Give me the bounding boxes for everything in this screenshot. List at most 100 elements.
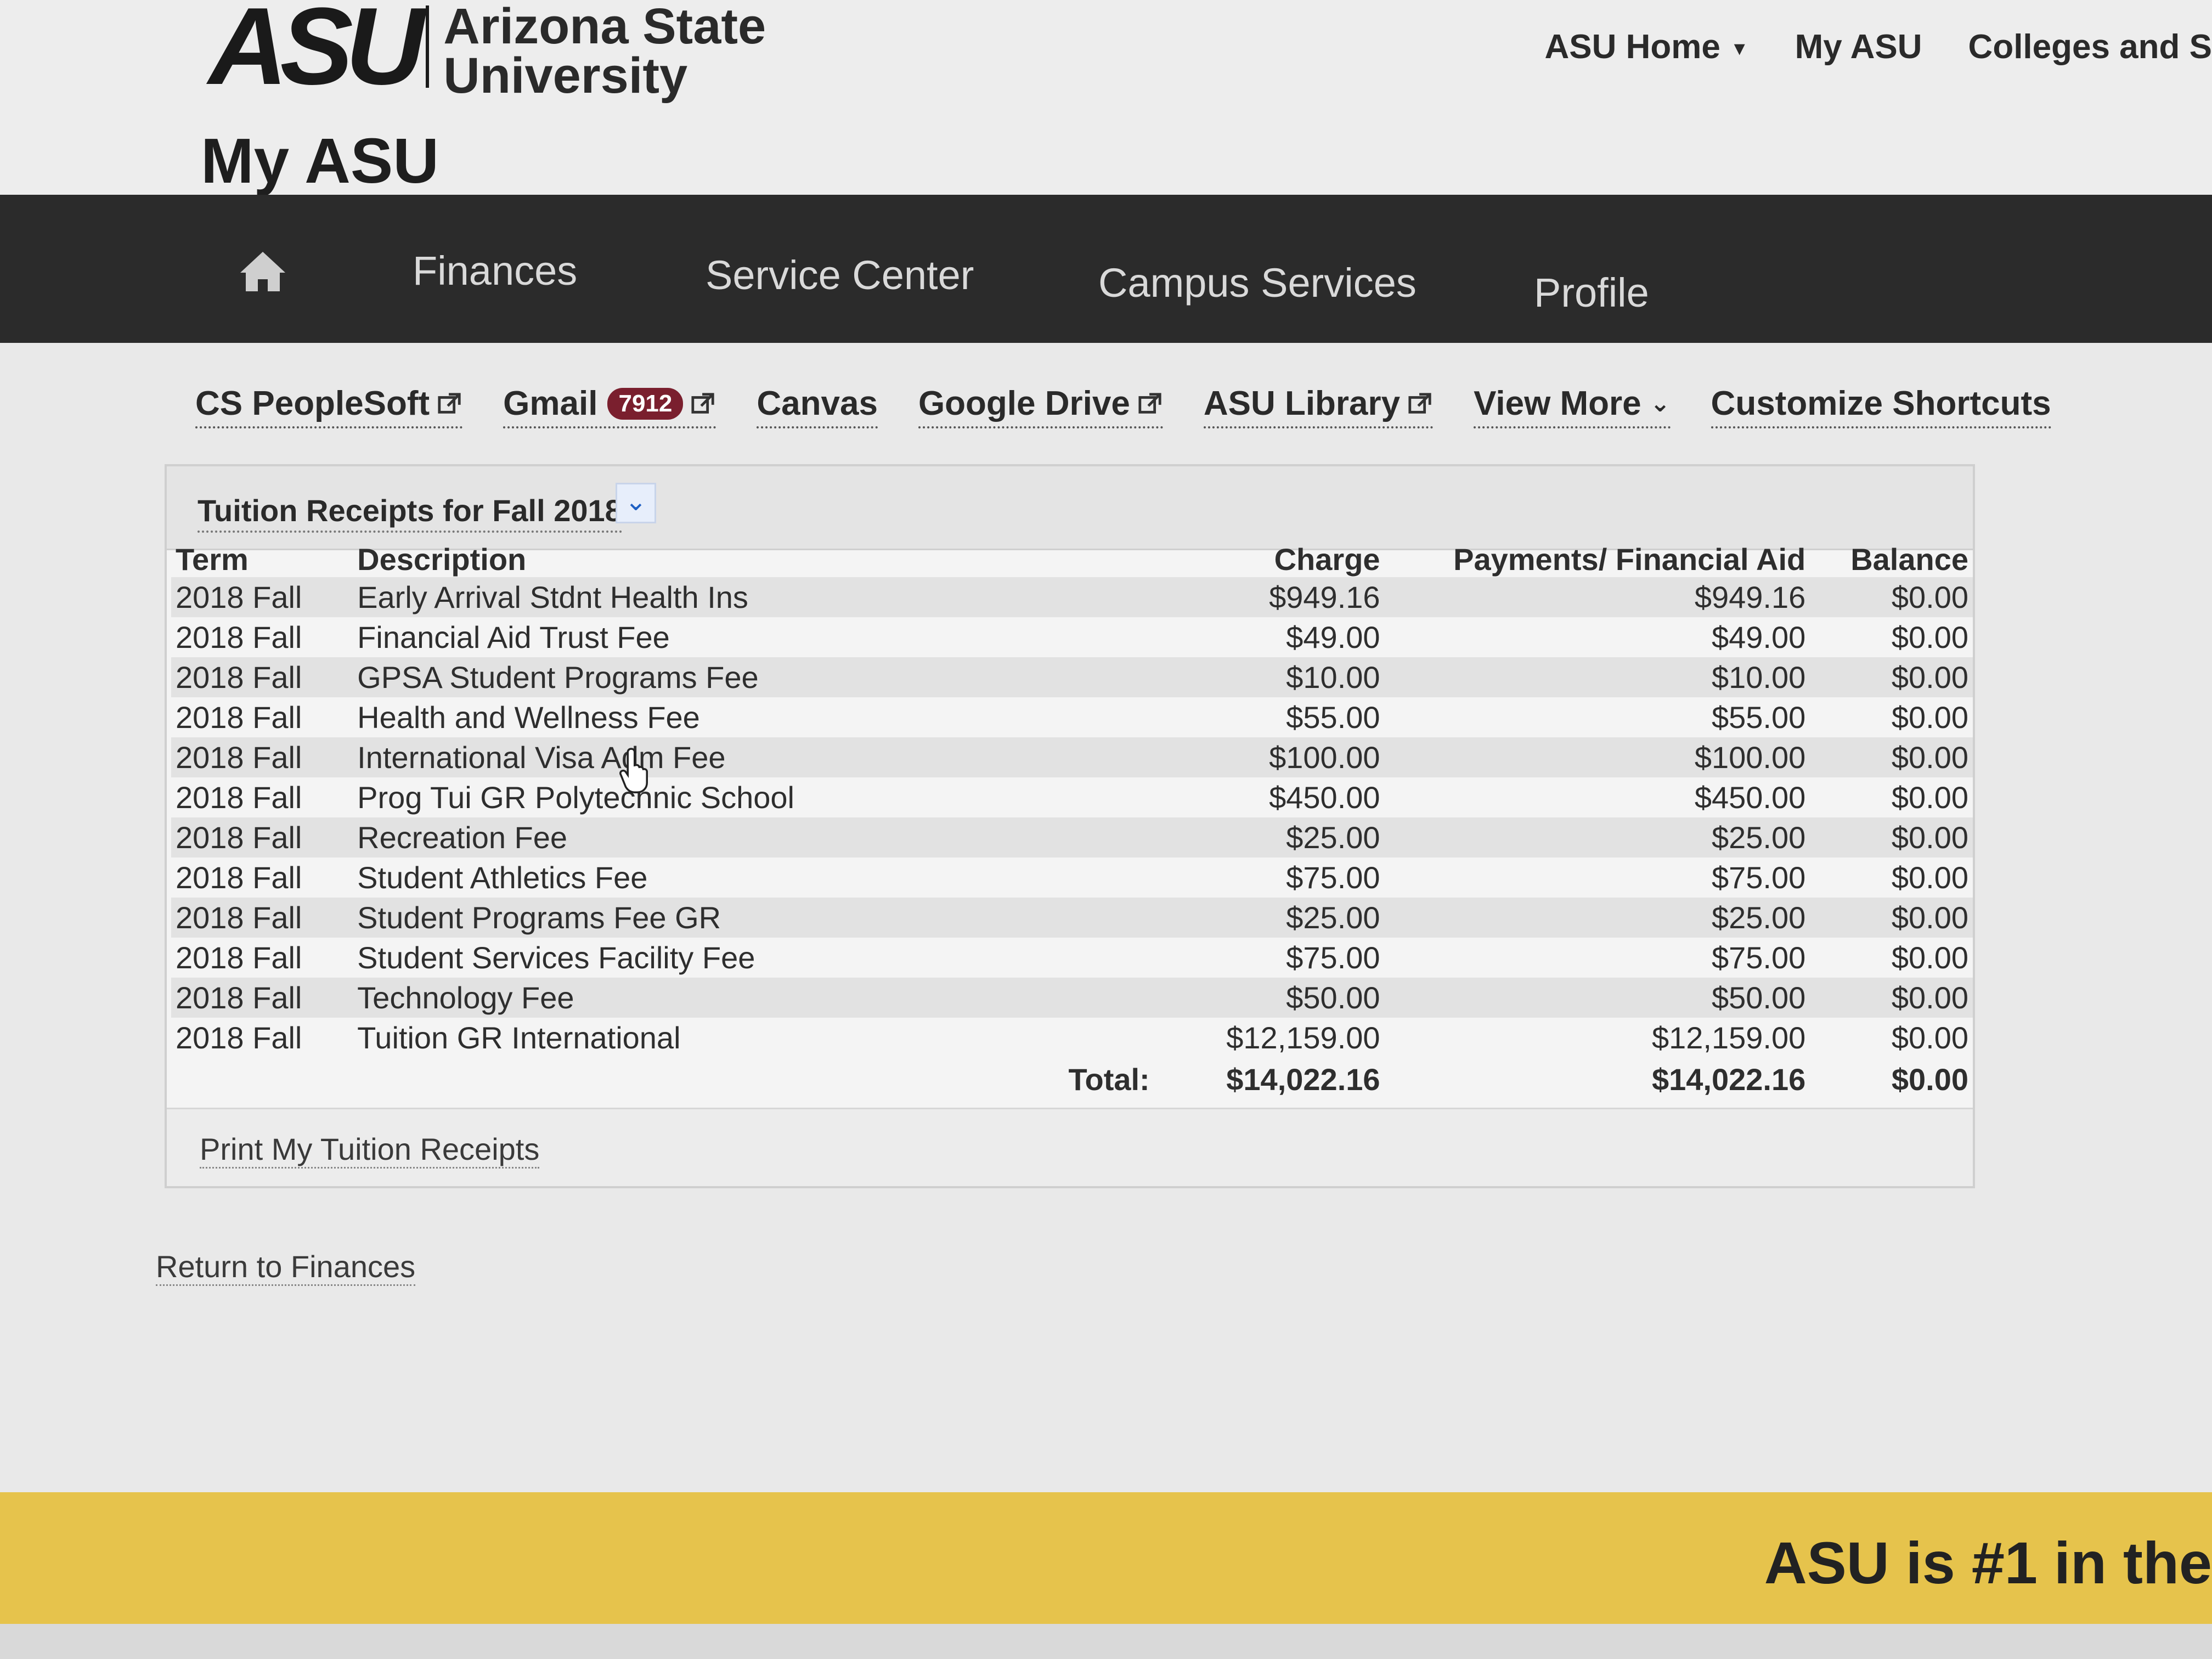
- cell-charge: $100.00: [1154, 737, 1385, 777]
- cell-spacer: [1012, 817, 1154, 857]
- cell-balance: $0.00: [1810, 857, 1973, 898]
- cell-spacer: [1012, 978, 1154, 1018]
- receipts-table: Term Description Charge Payments/ Financ…: [171, 538, 1973, 1101]
- shortcut-label: Canvas: [757, 385, 878, 422]
- cell-charge: $75.00: [1154, 938, 1385, 978]
- total-balance: $0.00: [1810, 1058, 1973, 1101]
- term-select-chevron-icon[interactable]: ⌄: [616, 483, 656, 523]
- cell-description: Tuition GR International: [353, 1018, 1013, 1058]
- col-charge: Charge: [1274, 542, 1380, 577]
- cell-charge: $949.16: [1154, 577, 1385, 617]
- cell-balance: $0.00: [1810, 1018, 1973, 1058]
- cell-description: Prog Tui GR Polytechnic School: [353, 777, 1013, 817]
- cell-charge: $75.00: [1154, 857, 1385, 898]
- total-payments: $14,022.16: [1384, 1058, 1810, 1101]
- cell-balance: $0.00: [1810, 697, 1973, 737]
- cell-term: 2018 Fall: [171, 817, 353, 857]
- cell-charge: $12,159.00: [1154, 1018, 1385, 1058]
- shortcuts-bar: CS PeopleSoft Gmail 7912 Canvas Google D…: [195, 384, 2051, 428]
- cell-term: 2018 Fall: [171, 938, 353, 978]
- banner-text: ASU is #1 in the: [1764, 1530, 2212, 1596]
- table-row: 2018 Fall Technology Fee $50.00 $50.00 $0.00: [171, 978, 1973, 1018]
- cell-balance: $0.00: [1810, 577, 1973, 617]
- table-row: 2018 Fall Recreation Fee $25.00 $25.00 $0.00: [171, 817, 1973, 857]
- home-icon[interactable]: [238, 250, 287, 294]
- cell-balance: $0.00: [1810, 817, 1973, 857]
- util-link-colleges[interactable]: Colleges and S: [1968, 27, 2212, 66]
- shortcut-gmail[interactable]: Gmail 7912: [503, 384, 716, 428]
- shortcut-label: Customize Shortcuts: [1711, 385, 2051, 422]
- cell-term: 2018 Fall: [171, 978, 353, 1018]
- table-row: 2018 Fall Student Programs Fee GR $25.00 $2…: [171, 898, 1973, 938]
- cell-spacer: [1012, 1018, 1154, 1058]
- cell-charge: $49.00: [1154, 617, 1385, 657]
- cell-payments: $949.16: [1384, 577, 1810, 617]
- cell-spacer: [1012, 617, 1154, 657]
- site-header: ASU Arizona State University My ASU ASU …: [0, 0, 2212, 198]
- cell-term: 2018 Fall: [171, 857, 353, 898]
- shortcut-label: ASU Library: [1203, 385, 1401, 422]
- shortcut-canvas[interactable]: Canvas: [757, 384, 878, 428]
- receipts-title[interactable]: Tuition Receipts for Fall 2018: [198, 493, 622, 533]
- shortcut-label: Gmail: [503, 385, 598, 422]
- cell-description: GPSA Student Programs Fee: [353, 657, 1013, 697]
- asu-logo[interactable]: ASU Arizona State University: [208, 0, 766, 108]
- logo-name-line2: University: [443, 48, 688, 104]
- util-link-my-asu[interactable]: My ASU: [1795, 27, 1922, 66]
- shortcut-view-more[interactable]: View More ⌄: [1474, 384, 1671, 428]
- cell-balance: $0.00: [1810, 657, 1973, 697]
- cell-balance: $0.00: [1810, 978, 1973, 1018]
- caret-down-icon: ▼: [1730, 38, 1749, 60]
- cell-description: Student Services Facility Fee: [353, 938, 1013, 978]
- cell-description: Early Arrival Stdnt Health Ins: [353, 577, 1013, 617]
- table-header-row: Term Description Charge Payments/ Financ…: [171, 538, 1973, 577]
- cell-charge: $55.00: [1154, 697, 1385, 737]
- shortcut-label: CS PeopleSoft: [195, 385, 430, 422]
- table-row: 2018 Fall Student Athletics Fee $75.00 $75.…: [171, 857, 1973, 898]
- cell-balance: $0.00: [1810, 617, 1973, 657]
- logo-name-line1: Arizona State: [443, 0, 766, 54]
- logo-mark: ASU: [208, 0, 425, 108]
- shortcut-asu-library[interactable]: ASU Library: [1203, 384, 1434, 428]
- cell-balance: $0.00: [1810, 938, 1973, 978]
- cell-spacer: [1012, 697, 1154, 737]
- tuition-receipts-panel: Tuition Receipts for Fall 2018 ⌄ Term De…: [165, 464, 1975, 1188]
- nav-item-service-center[interactable]: Service Center: [706, 252, 974, 298]
- cell-charge: $25.00: [1154, 898, 1385, 938]
- table-row: 2018 Fall Early Arrival Stdnt Health Ins $…: [171, 577, 1973, 617]
- cell-description: Financial Aid Trust Fee: [353, 617, 1013, 657]
- cell-term: 2018 Fall: [171, 617, 353, 657]
- cell-description: Health and Wellness Fee: [353, 697, 1013, 737]
- shortcut-cs-peoplesoft[interactable]: CS PeopleSoft: [195, 384, 463, 428]
- nav-item-profile[interactable]: Profile: [1534, 269, 1649, 316]
- total-row: Total: $14,022.16 $14,022.16 $0.00: [171, 1058, 1973, 1101]
- cell-spacer: [1012, 657, 1154, 697]
- cell-charge: $10.00: [1154, 657, 1385, 697]
- main-nav: Finances Service Center Campus Services …: [0, 195, 2212, 343]
- cell-spacer: [353, 1058, 1013, 1101]
- cell-description: Student Programs Fee GR: [353, 898, 1013, 938]
- cell-spacer: [1012, 938, 1154, 978]
- table-row: 2018 Fall Health and Wellness Fee $55.00 $5…: [171, 697, 1973, 737]
- table-row: 2018 Fall Student Services Facility Fee $7…: [171, 938, 1973, 978]
- cell-term: 2018 Fall: [171, 898, 353, 938]
- total-charge: $14,022.16: [1154, 1058, 1385, 1101]
- cell-balance: $0.00: [1810, 777, 1973, 817]
- nav-item-finances[interactable]: Finances: [413, 247, 577, 294]
- col-spacer: [1012, 538, 1154, 577]
- bottom-strip: [0, 1624, 2212, 1659]
- cell-charge: $450.00: [1154, 777, 1385, 817]
- print-receipts-link[interactable]: Print My Tuition Receipts: [200, 1131, 540, 1169]
- util-link-asu-home-label: ASU Home: [1544, 28, 1720, 66]
- external-link-icon: [438, 392, 461, 414]
- util-link-asu-home[interactable]: ASU Home ▼: [1545, 27, 1749, 66]
- page-title: My ASU: [201, 125, 439, 196]
- cell-term: 2018 Fall: [171, 657, 353, 697]
- cell-spacer: [1012, 577, 1154, 617]
- return-to-finances-link[interactable]: Return to Finances: [156, 1249, 416, 1286]
- cell-term: 2018 Fall: [171, 697, 353, 737]
- table-row: 2018 Fall Tuition GR International $12,159…: [171, 1018, 1973, 1058]
- shortcut-google-drive[interactable]: Google Drive: [918, 384, 1163, 428]
- shortcut-customize[interactable]: Customize Shortcuts: [1711, 384, 2051, 428]
- nav-item-campus-services[interactable]: Campus Services: [1098, 259, 1417, 306]
